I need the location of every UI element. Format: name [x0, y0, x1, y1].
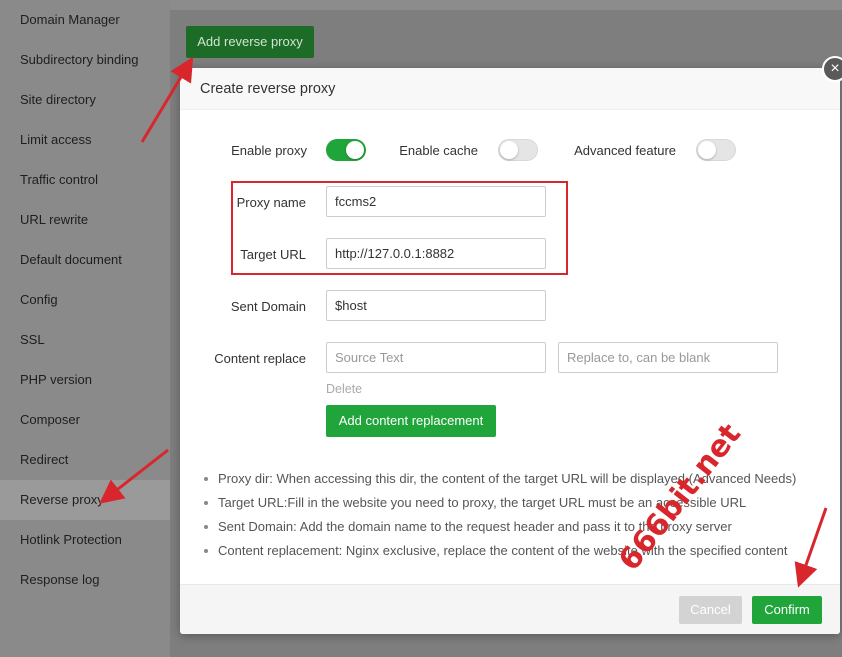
close-icon[interactable]: ×: [822, 56, 842, 82]
top-strip: [170, 0, 842, 10]
sidebar-item-reverse-proxy[interactable]: Reverse proxy: [0, 480, 170, 520]
toggle-knob: [698, 141, 716, 159]
sidebar-item-url-rewrite[interactable]: URL rewrite: [0, 200, 170, 240]
content-replace-label: Content replace: [214, 351, 306, 366]
proxy-name-label: Proxy name: [236, 195, 306, 210]
sidebar-item-default-document[interactable]: Default document: [0, 240, 170, 280]
delete-link[interactable]: Delete: [326, 382, 362, 396]
advanced-feature-label: Advanced feature: [574, 143, 676, 158]
sidebar-item-traffic-control[interactable]: Traffic control: [0, 160, 170, 200]
toggle-knob: [346, 141, 364, 159]
replace-to-input[interactable]: [558, 342, 778, 373]
target-url-label: Target URL: [240, 247, 306, 262]
sidebar-item-subdirectory-binding[interactable]: Subdirectory binding: [0, 40, 170, 80]
target-url-input[interactable]: [326, 238, 546, 269]
add-reverse-proxy-button[interactable]: Add reverse proxy: [186, 26, 314, 58]
sidebar-item-php-version[interactable]: PHP version: [0, 360, 170, 400]
sidebar-item-limit-access[interactable]: Limit access: [0, 120, 170, 160]
sidebar-item-composer[interactable]: Composer: [0, 400, 170, 440]
note-item: Content replacement: Nginx exclusive, re…: [204, 542, 824, 566]
confirm-button[interactable]: Confirm: [752, 596, 822, 624]
modal-title: Create reverse proxy: [180, 68, 840, 110]
note-item: Target URL:Fill in the website you need …: [204, 494, 824, 518]
source-text-input[interactable]: [326, 342, 546, 373]
sidebar-item-response-log[interactable]: Response log: [0, 560, 170, 600]
sidebar-item-hotlink-protection[interactable]: Hotlink Protection: [0, 520, 170, 560]
toggle-knob: [500, 141, 518, 159]
sent-domain-label: Sent Domain: [230, 299, 306, 314]
cancel-button[interactable]: Cancel: [679, 596, 742, 624]
sidebar-item-domain-manager[interactable]: Domain Manager: [0, 0, 170, 40]
sidebar: Domain Manager Subdirectory binding Site…: [0, 0, 170, 657]
advanced-feature-toggle[interactable]: [696, 139, 736, 161]
sidebar-item-site-directory[interactable]: Site directory: [0, 80, 170, 120]
proxy-name-input[interactable]: [326, 186, 546, 217]
enable-cache-toggle[interactable]: [498, 139, 538, 161]
enable-proxy-toggle[interactable]: [326, 139, 366, 161]
add-content-replacement-button[interactable]: Add content replacement: [326, 405, 496, 437]
note-item: Sent Domain: Add the domain name to the …: [204, 518, 824, 542]
sidebar-item-ssl[interactable]: SSL: [0, 320, 170, 360]
sidebar-item-redirect[interactable]: Redirect: [0, 440, 170, 480]
enable-proxy-label: Enable proxy: [231, 143, 307, 158]
note-item: Proxy dir: When accessing this dir, the …: [204, 470, 824, 494]
help-notes: Proxy dir: When accessing this dir, the …: [204, 470, 824, 566]
enable-cache-label: Enable cache: [399, 143, 478, 158]
sent-domain-input[interactable]: [326, 290, 546, 321]
sidebar-item-config[interactable]: Config: [0, 280, 170, 320]
